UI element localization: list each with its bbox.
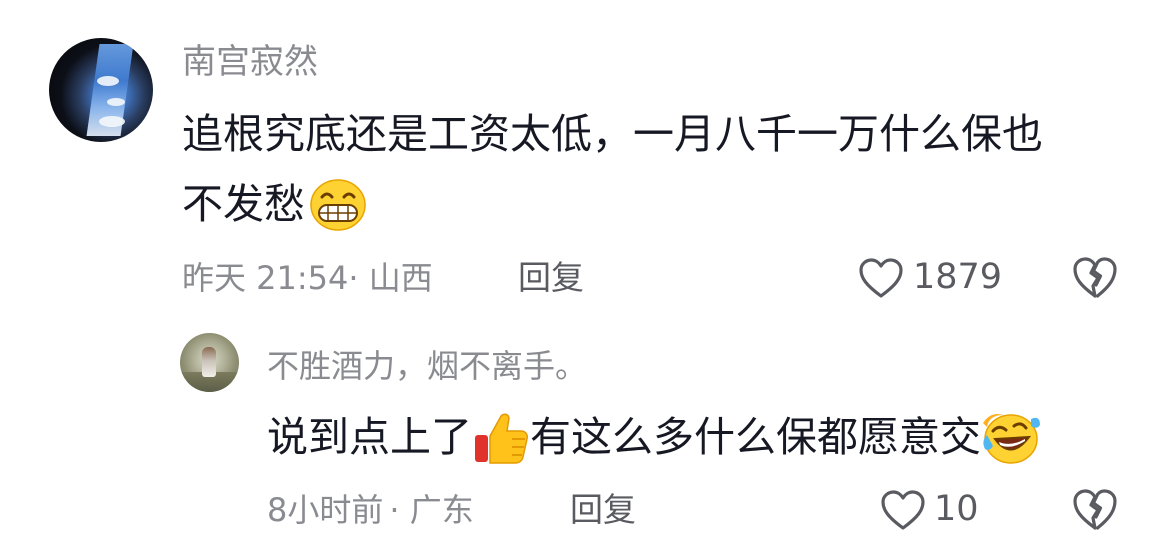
user-avatar[interactable]: [49, 38, 153, 142]
broken-heart-icon[interactable]: [1072, 488, 1118, 532]
heart-icon[interactable]: [858, 258, 904, 300]
avatar-cloud: [97, 76, 119, 86]
reply-meta: 8小时前 · 广东: [267, 490, 474, 530]
avatar-cloud: [99, 116, 125, 127]
comment-text-line2: 不发愁: [182, 180, 305, 228]
heart-icon[interactable]: [880, 490, 926, 532]
broken-heart-icon[interactable]: [1072, 256, 1118, 300]
comment-text-line1: 追根究底还是工资太低，一月八千一万什么保也: [182, 110, 1043, 158]
grinning-face-emoji: [309, 178, 367, 232]
avatar-figure: [202, 347, 216, 377]
avatar-cloud: [107, 98, 125, 106]
reply-text: 说到点上了 有这么多什么保都愿意交: [267, 410, 1041, 468]
reply-text-part1: 说到点上了: [267, 413, 472, 461]
comment-meta: 昨天 21:54· 山西: [182, 258, 433, 298]
reply-username[interactable]: 不胜酒力，烟不离手。: [267, 345, 587, 387]
comment-location: · 山西: [348, 259, 433, 297]
rolling-laughing-emoji: [981, 409, 1041, 465]
reply-location: · 广东: [389, 491, 474, 529]
reply-text-part2: 有这么多什么保都愿意交: [530, 413, 981, 461]
reply-time: 8小时前: [267, 491, 384, 529]
reply-button[interactable]: 回复: [518, 258, 584, 298]
like-count: 1879: [913, 257, 1003, 297]
reply-like-count: 10: [934, 489, 979, 529]
thumbs-up-emoji: [472, 409, 530, 465]
reply-reply-button[interactable]: 回复: [570, 490, 636, 530]
reply-user-avatar[interactable]: [180, 333, 239, 392]
comment-text-line2-row: 不发愁: [182, 178, 367, 234]
comment-time: 昨天 21:54: [182, 259, 349, 297]
comment-username[interactable]: 南宫寂然: [182, 40, 318, 84]
